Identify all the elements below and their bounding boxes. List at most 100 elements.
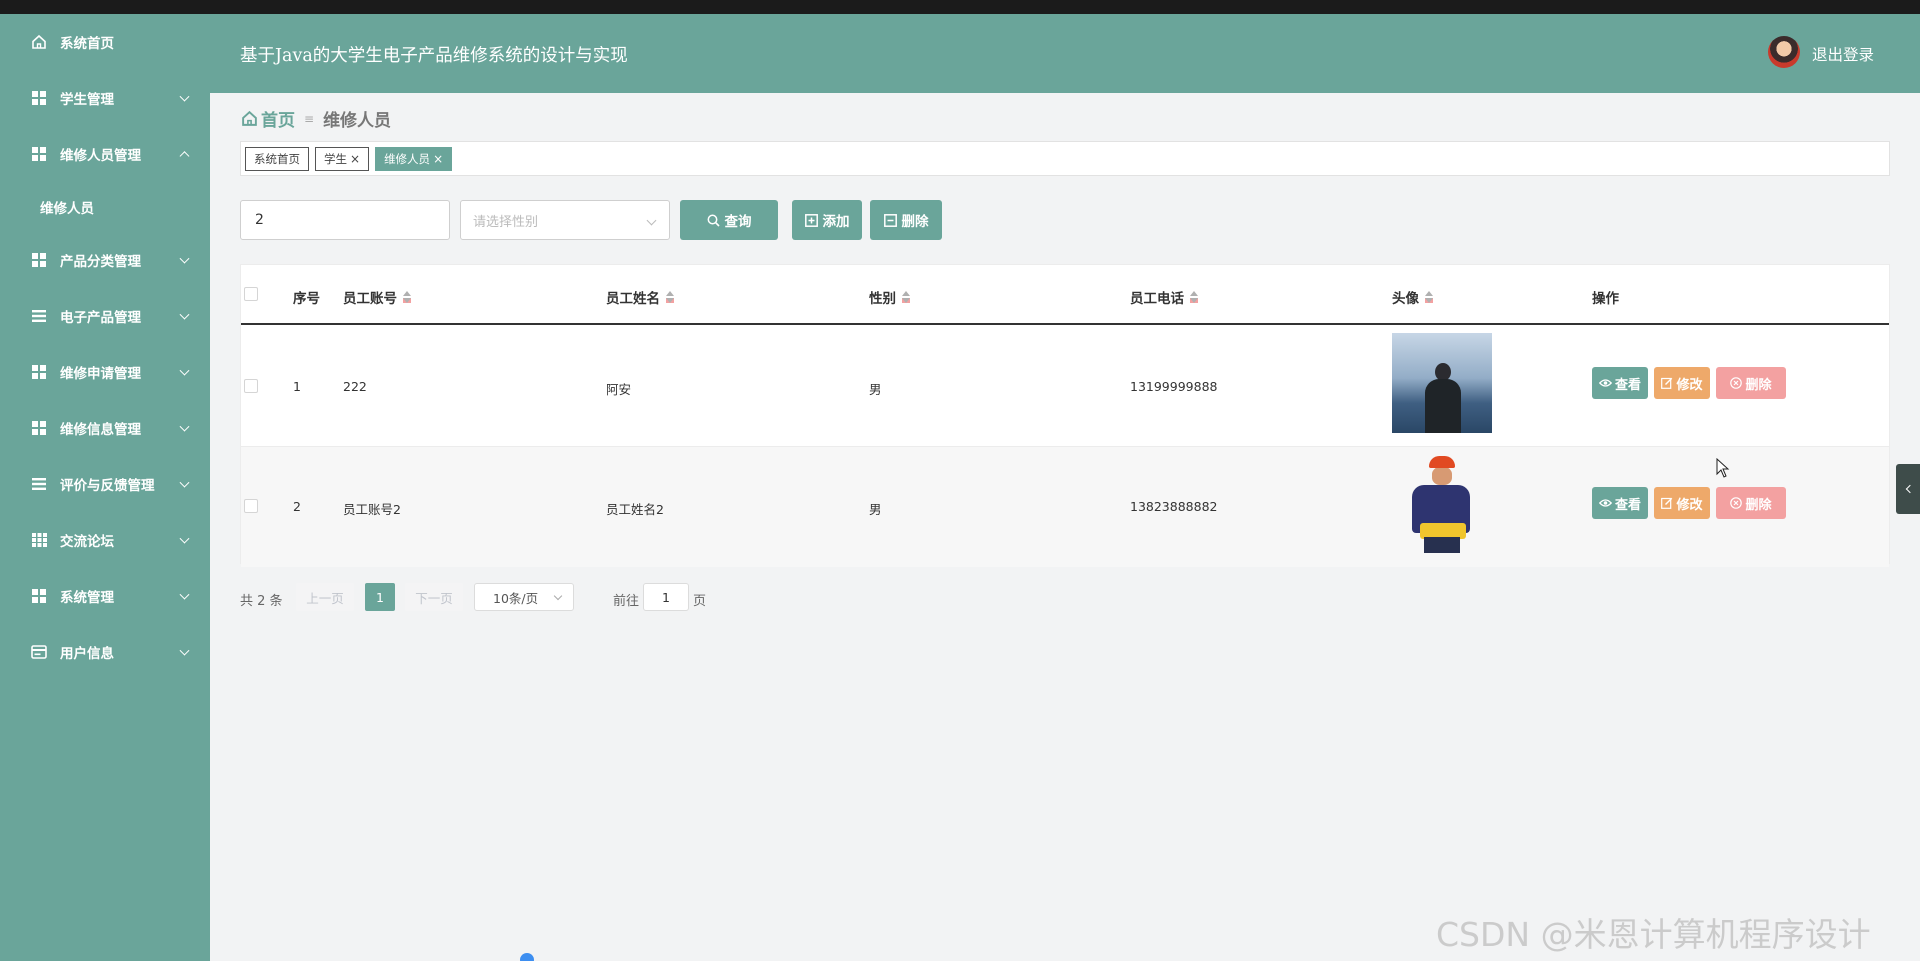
- query-button[interactable]: 查询: [680, 200, 778, 240]
- sidebar-item-label: 交流论坛: [60, 534, 114, 550]
- column-header-account[interactable]: 员工账号: [343, 287, 411, 307]
- table-row: 2 员工账号2 员工姓名2 男 13823888882 查看 修改 删除: [241, 447, 1889, 567]
- page-number-button[interactable]: 1: [365, 583, 395, 611]
- delete-button[interactable]: 删除: [1716, 367, 1786, 399]
- sidebar-item-label: 产品分类管理: [60, 254, 141, 270]
- chevron-down-icon: [179, 365, 190, 376]
- close-icon[interactable]: ×: [433, 152, 443, 166]
- column-label: 员工姓名: [606, 291, 660, 307]
- user-avatar[interactable]: [1768, 36, 1800, 68]
- chevron-down-icon: [179, 533, 190, 544]
- sidebar-item-electronic-product[interactable]: 电子产品管理: [0, 288, 210, 344]
- grid-icon: [30, 419, 48, 437]
- grid-icon: [30, 89, 48, 107]
- tag-repairman[interactable]: 维修人员 ×: [375, 146, 453, 171]
- sidebar-subitem-repairman[interactable]: 维修人员: [0, 182, 210, 232]
- sidebar: 系统首页 学生管理 维修人员管理 维修人员 产品分类管理 电子产品管理 维修申请…: [0, 14, 210, 961]
- delete-button[interactable]: 删除: [1716, 487, 1786, 519]
- list-icon: [30, 475, 48, 493]
- prev-page-button[interactable]: 上一页: [296, 583, 354, 611]
- tag-home[interactable]: 系统首页: [245, 146, 309, 171]
- home-icon: [242, 110, 257, 126]
- sidebar-item-user-info[interactable]: 用户信息: [0, 624, 210, 680]
- view-button[interactable]: 查看: [1592, 367, 1648, 399]
- gender-select[interactable]: 请选择性别: [460, 200, 670, 240]
- sort-icon[interactable]: [666, 291, 674, 303]
- column-header-avatar[interactable]: 头像: [1392, 287, 1433, 307]
- column-label: 序号: [293, 291, 320, 307]
- cell-account: 员工账号2: [343, 502, 401, 517]
- sidebar-item-repair-request[interactable]: 维修申请管理: [0, 344, 210, 400]
- chevron-down-icon: [179, 477, 190, 488]
- view-button-label: 查看: [1614, 377, 1641, 393]
- column-header-phone[interactable]: 员工电话: [1130, 287, 1198, 307]
- home-icon: [30, 33, 48, 51]
- sidebar-item-student[interactable]: 学生管理: [0, 70, 210, 126]
- edit-button[interactable]: 修改: [1654, 367, 1710, 399]
- top-header: 基于Java的大学生电子产品维修系统的设计与实现 退出登录: [210, 14, 1920, 93]
- column-header-gender[interactable]: 性别: [869, 287, 910, 307]
- add-button[interactable]: 添加: [792, 200, 862, 240]
- table-row: 1 222 阿安 男 13199999888 查看 修改 删除: [241, 327, 1889, 447]
- batch-delete-button[interactable]: 删除: [870, 200, 942, 240]
- chevron-down-icon: [179, 421, 190, 432]
- drawer-toggle-chevron-left-icon[interactable]: [1896, 464, 1920, 514]
- sort-icon[interactable]: [1190, 291, 1198, 303]
- avatar-image[interactable]: [1392, 333, 1492, 433]
- sort-icon[interactable]: [1425, 291, 1433, 303]
- eye-icon: [1598, 498, 1612, 508]
- goto-label: 前往: [613, 593, 640, 609]
- breadcrumb-home[interactable]: 首页: [241, 106, 295, 131]
- chevron-down-icon: [179, 589, 190, 600]
- cell-gender: 男: [869, 382, 882, 397]
- view-button[interactable]: 查看: [1592, 487, 1648, 519]
- page-size-select[interactable]: 10条/页: [474, 583, 574, 611]
- close-icon[interactable]: ×: [350, 152, 360, 166]
- indicator-dot: [520, 953, 534, 961]
- plus-square-icon: [804, 213, 818, 227]
- delete-button-label: 删除: [1745, 377, 1772, 393]
- sidebar-item-repairman-mgmt[interactable]: 维修人员管理: [0, 126, 210, 182]
- pagination-total: 共 2 条: [240, 593, 283, 609]
- page-title: 基于Java的大学生电子产品维修系统的设计与实现: [240, 46, 628, 66]
- card-icon: [30, 643, 48, 661]
- edit-button-label: 修改: [1676, 497, 1703, 513]
- chevron-up-icon: [179, 151, 190, 162]
- grid-icon: [30, 363, 48, 381]
- edit-icon: [1661, 377, 1673, 389]
- table-icon: [30, 531, 48, 549]
- avatar-image[interactable]: [1392, 453, 1492, 553]
- mouse-cursor-icon: [1716, 458, 1730, 478]
- next-page-button[interactable]: 下一页: [405, 583, 463, 611]
- select-all-checkbox[interactable]: [244, 287, 258, 301]
- sidebar-item-product-category[interactable]: 产品分类管理: [0, 232, 210, 288]
- close-circle-icon: [1730, 377, 1743, 389]
- sidebar-item-home[interactable]: 系统首页: [0, 14, 210, 70]
- sidebar-item-system[interactable]: 系统管理: [0, 568, 210, 624]
- row-checkbox[interactable]: [244, 499, 258, 513]
- row-checkbox[interactable]: [244, 379, 258, 393]
- gender-select-placeholder: 请选择性别: [473, 214, 539, 230]
- sidebar-item-label: 电子产品管理: [60, 310, 141, 326]
- cell-gender: 男: [869, 502, 882, 517]
- tag-student[interactable]: 学生 ×: [315, 146, 370, 171]
- tag-label: 维修人员: [384, 151, 431, 166]
- table-header: 序号 员工账号 员工姓名 性别 员工电话 头像 操作: [241, 265, 1889, 325]
- column-label: 员工账号: [343, 291, 397, 307]
- sort-icon[interactable]: [403, 291, 411, 303]
- edit-icon: [1661, 497, 1673, 509]
- goto-page-input[interactable]: 1: [643, 583, 689, 611]
- view-button-label: 查看: [1614, 497, 1641, 513]
- column-label: 性别: [869, 291, 896, 307]
- chevron-down-icon: [553, 591, 563, 601]
- sidebar-item-repair-info[interactable]: 维修信息管理: [0, 400, 210, 456]
- sidebar-item-forum[interactable]: 交流论坛: [0, 512, 210, 568]
- sidebar-item-feedback[interactable]: 评价与反馈管理: [0, 456, 210, 512]
- edit-button[interactable]: 修改: [1654, 487, 1710, 519]
- column-header-name[interactable]: 员工姓名: [606, 287, 674, 307]
- logout-button[interactable]: 退出登录: [1812, 43, 1874, 65]
- sort-icon[interactable]: [902, 291, 910, 303]
- chevron-down-icon: [179, 91, 190, 102]
- breadcrumb-separator-icon: ≡: [304, 111, 315, 126]
- search-input[interactable]: 2: [240, 200, 450, 240]
